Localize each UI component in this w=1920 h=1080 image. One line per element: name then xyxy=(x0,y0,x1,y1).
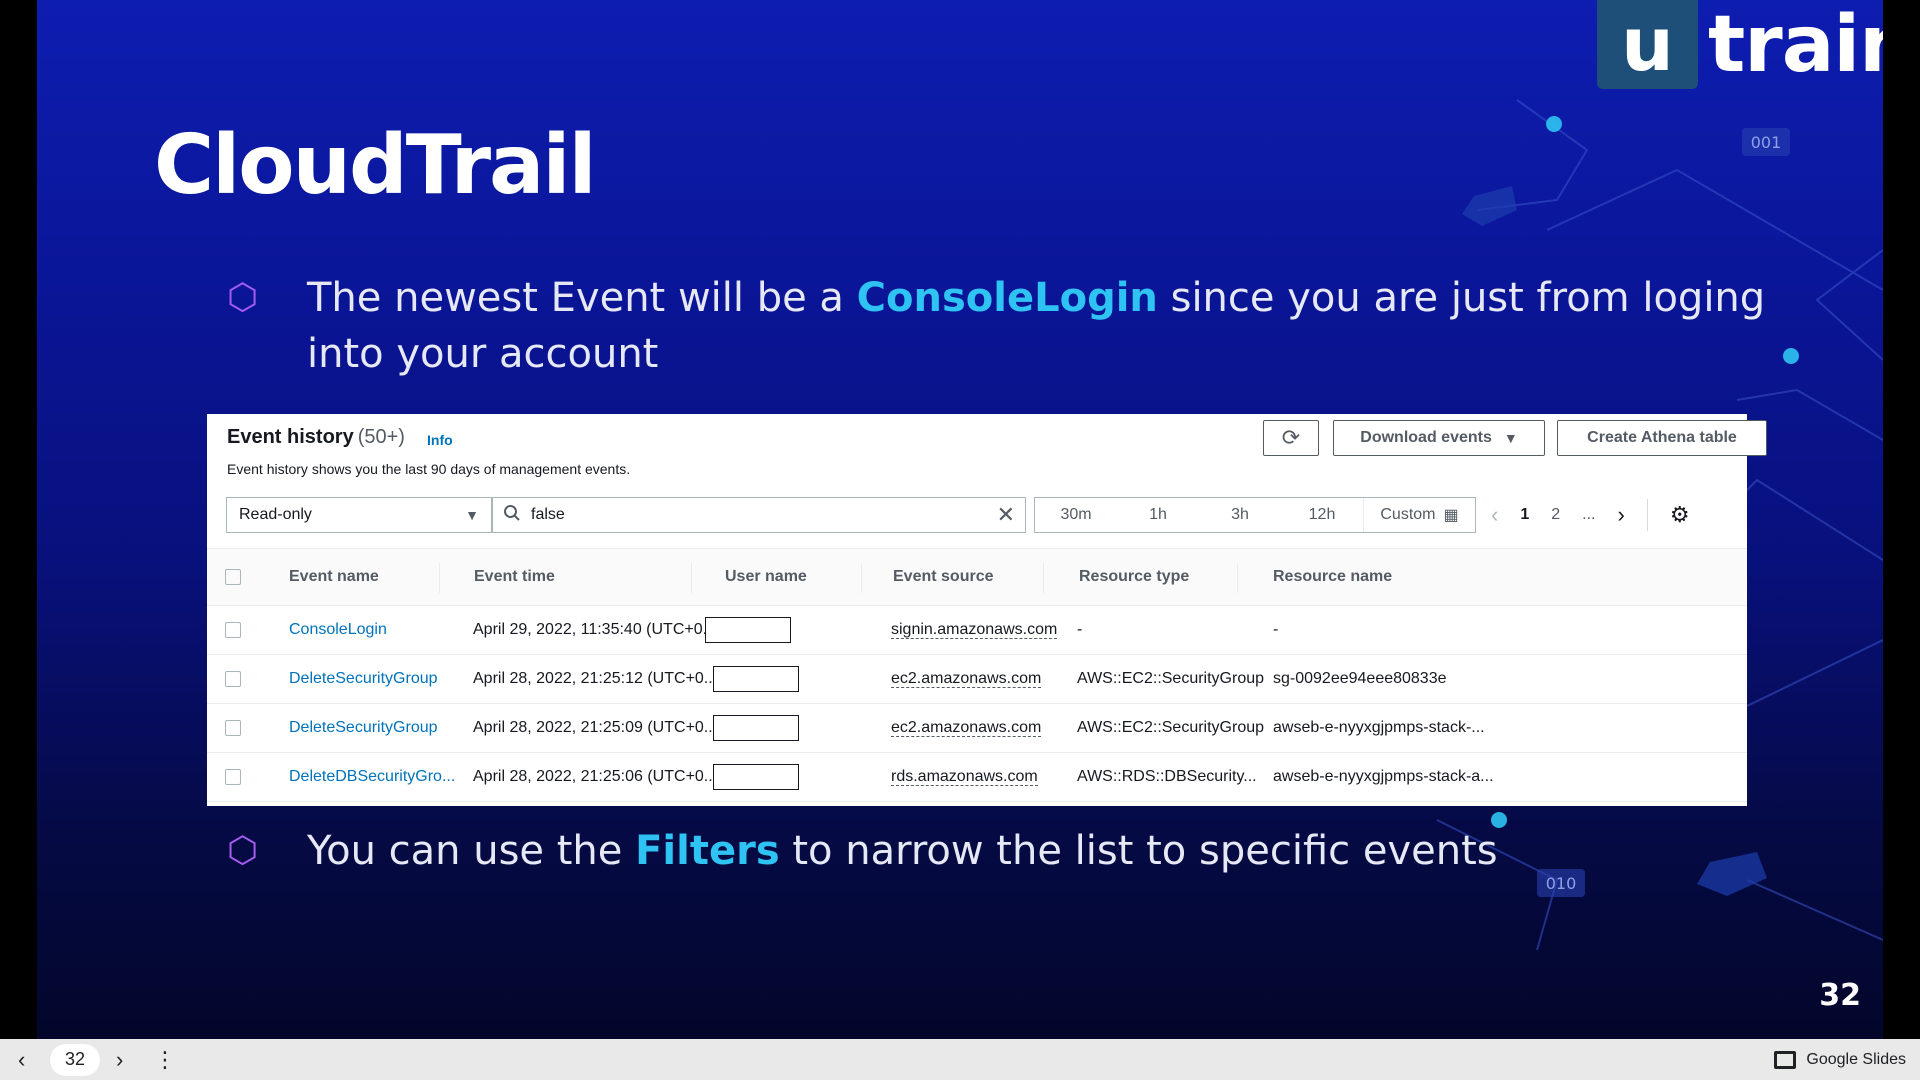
row-checkbox[interactable] xyxy=(225,622,241,638)
time-range-selector: 30m 1h 3h 12h Custom ▦ xyxy=(1034,497,1476,533)
time-12h[interactable]: 12h xyxy=(1281,506,1363,524)
cloudtrail-event-history-screenshot: Event history (50+) Info Event history sh… xyxy=(207,414,1767,806)
resource-type: - xyxy=(1077,621,1083,638)
panel-description: Event history shows you the last 90 days… xyxy=(227,461,631,477)
event-name-link[interactable]: DeleteSecurityGroup xyxy=(289,670,469,688)
resource-type: AWS::RDS::DBSecurity... xyxy=(1077,768,1257,785)
event-source: ec2.amazonaws.com xyxy=(891,670,1042,688)
clear-icon[interactable]: ✕ xyxy=(997,502,1015,528)
redacted-user-name xyxy=(713,666,799,692)
hexagon-bullet-icon: ⬡ xyxy=(227,830,259,871)
event-source: signin.amazonaws.com xyxy=(891,621,1058,639)
google-slides-link[interactable]: Google Slides xyxy=(1774,1050,1906,1069)
page-number-box[interactable]: 32 xyxy=(50,1043,100,1076)
app-name: Google Slides xyxy=(1806,1050,1906,1068)
event-source: rds.amazonaws.com xyxy=(891,768,1038,786)
col-resource-type[interactable]: Resource type xyxy=(1079,568,1279,586)
slide: 001 010 u train CloudTrail ⬡ The newest … xyxy=(37,0,1883,1039)
caret-down-icon: ▼ xyxy=(1503,430,1518,446)
bullet-1: ⬡ The newest Event will be a ConsoleLogi… xyxy=(227,270,1787,382)
row-checkbox[interactable] xyxy=(225,769,241,785)
highlight-filters: Filters xyxy=(635,828,780,874)
col-user-name[interactable]: User name xyxy=(725,568,815,586)
page-1[interactable]: 1 xyxy=(1520,506,1529,524)
time-1h[interactable]: 1h xyxy=(1117,506,1199,524)
next-page-icon[interactable]: › xyxy=(1617,502,1624,528)
select-all-checkbox[interactable] xyxy=(225,569,241,585)
row-checkbox[interactable] xyxy=(225,720,241,736)
redacted-user-name xyxy=(705,617,791,643)
search-icon xyxy=(503,504,521,527)
resource-name: awseb-e-nyyxgjpmps-stack-... xyxy=(1273,719,1485,736)
bullet-2: ⬡ You can use the Filters to narrow the … xyxy=(227,823,1787,879)
resource-type: AWS::EC2::SecurityGroup xyxy=(1077,719,1265,736)
chevron-right-icon[interactable]: › xyxy=(116,1047,123,1073)
resource-name: awseb-e-nyyxgjpmps-stack-a... xyxy=(1273,768,1494,785)
prev-page-icon[interactable]: ‹ xyxy=(1491,502,1498,528)
resource-name: - xyxy=(1273,621,1279,638)
slide-number: 32 xyxy=(1819,978,1861,1013)
time-3h[interactable]: 3h xyxy=(1199,506,1281,524)
deco-label-001: 001 xyxy=(1751,133,1782,152)
redacted-user-name xyxy=(713,764,799,790)
event-count: (50+) xyxy=(357,426,405,448)
table-row[interactable]: DeleteDBSecurityGro... April 28, 2022, 2… xyxy=(207,753,1747,802)
resource-type: AWS::EC2::SecurityGroup xyxy=(1077,670,1265,687)
col-event-name[interactable]: Event name xyxy=(289,568,469,586)
event-source: ec2.amazonaws.com xyxy=(891,719,1042,737)
lookup-attribute-value: Read-only xyxy=(239,506,312,523)
table-row[interactable]: DeleteSecurityGroup April 28, 2022, 21:2… xyxy=(207,655,1747,704)
panel-title: Event history (50+) xyxy=(227,426,405,448)
divider xyxy=(1646,499,1648,531)
presenter-bottom-bar: ‹ 32 › ⋮ Google Slides xyxy=(0,1039,1920,1080)
gear-icon[interactable]: ⚙ xyxy=(1670,502,1690,528)
page-2[interactable]: 2 xyxy=(1551,506,1560,524)
hexagon-bullet-icon: ⬡ xyxy=(227,277,259,318)
lookup-attribute-select[interactable]: Read-only ▼ xyxy=(226,497,492,533)
redacted-user-name xyxy=(713,715,799,741)
calendar-icon: ▦ xyxy=(1443,507,1459,524)
refresh-button[interactable]: ⟳ xyxy=(1263,420,1319,456)
time-30m[interactable]: 30m xyxy=(1035,506,1117,524)
refresh-icon: ⟳ xyxy=(1281,425,1301,450)
slides-icon xyxy=(1774,1050,1797,1069)
event-table: Event name Event time User name Event so… xyxy=(207,548,1747,802)
more-options-icon[interactable]: ⋮ xyxy=(154,1047,176,1073)
download-events-button[interactable]: Download events ▼ xyxy=(1333,420,1545,456)
table-row[interactable]: ConsoleLogin April 29, 2022, 11:35:40 (U… xyxy=(207,606,1747,655)
bullet-1-text: The newest Event will be a ConsoleLogin … xyxy=(307,275,1766,377)
create-athena-table-button[interactable]: Create Athena table xyxy=(1557,420,1767,456)
info-link[interactable]: Info xyxy=(427,432,453,448)
slide-title: CloudTrail xyxy=(154,118,597,213)
event-name-link[interactable]: DeleteSecurityGroup xyxy=(289,719,469,737)
col-event-source[interactable]: Event source xyxy=(893,568,1073,586)
col-resource-name[interactable]: Resource name xyxy=(1273,568,1513,586)
search-input[interactable]: false ✕ xyxy=(492,497,1026,533)
search-value: false xyxy=(531,506,565,523)
logo-mark: u xyxy=(1597,0,1698,89)
chevron-left-icon[interactable]: ‹ xyxy=(18,1047,25,1073)
table-header: Event name Event time User name Event so… xyxy=(207,548,1747,606)
event-name-link[interactable]: DeleteDBSecurityGro... xyxy=(289,768,469,786)
time-custom[interactable]: Custom ▦ xyxy=(1363,498,1475,532)
table-row[interactable]: DeleteSecurityGroup April 28, 2022, 21:2… xyxy=(207,704,1747,753)
resource-name: sg-0092ee94eee80833e xyxy=(1273,670,1447,687)
utrain-logo: u train xyxy=(1597,0,1883,89)
logo-text: train xyxy=(1708,0,1883,90)
row-checkbox[interactable] xyxy=(225,671,241,687)
page-ellipsis: ... xyxy=(1582,506,1596,523)
pagination: ‹ 1 2 ... › ⚙ xyxy=(1491,497,1690,533)
bullet-2-text: You can use the Filters to narrow the li… xyxy=(307,828,1498,874)
highlight-consolelogin: ConsoleLogin xyxy=(856,275,1158,321)
caret-down-icon: ▼ xyxy=(465,507,479,523)
event-name-link[interactable]: ConsoleLogin xyxy=(289,621,469,639)
